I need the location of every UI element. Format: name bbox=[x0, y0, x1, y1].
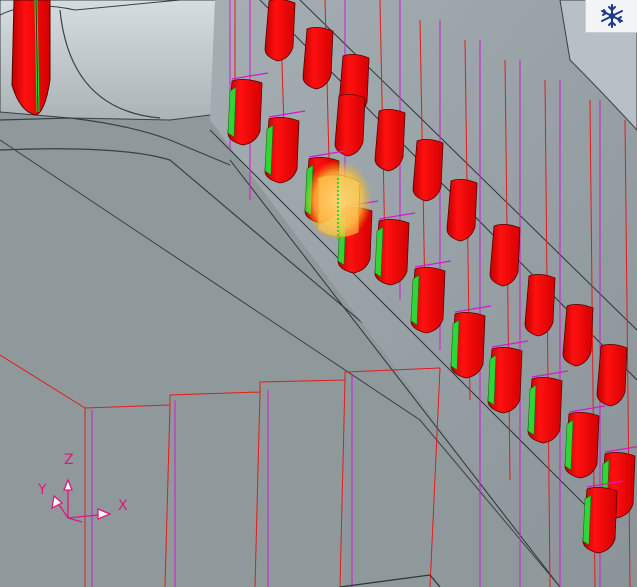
rib-feature[interactable] bbox=[412, 139, 444, 202]
rib-feature[interactable] bbox=[302, 27, 334, 90]
rib-feature[interactable] bbox=[562, 304, 594, 367]
rib-feature[interactable] bbox=[596, 344, 628, 407]
axis-y-label: Y bbox=[38, 482, 47, 498]
cad-model-scene[interactable] bbox=[0, 0, 637, 587]
axis-z-label: Z bbox=[64, 452, 74, 468]
axis-x-label: X bbox=[118, 498, 128, 514]
rib-feature[interactable] bbox=[334, 94, 366, 157]
rib-feature[interactable] bbox=[374, 109, 406, 172]
rib-feature[interactable] bbox=[446, 179, 478, 242]
rib-feature[interactable] bbox=[524, 274, 556, 337]
navigation-cube-button[interactable] bbox=[585, 0, 637, 33]
boss-red-feature[interactable] bbox=[11, 0, 51, 116]
navigation-cube-icon bbox=[601, 4, 623, 28]
3d-viewport[interactable]: Z Y X bbox=[0, 0, 637, 587]
rib-feature[interactable] bbox=[264, 0, 296, 62]
rib-feature[interactable] bbox=[489, 224, 521, 287]
